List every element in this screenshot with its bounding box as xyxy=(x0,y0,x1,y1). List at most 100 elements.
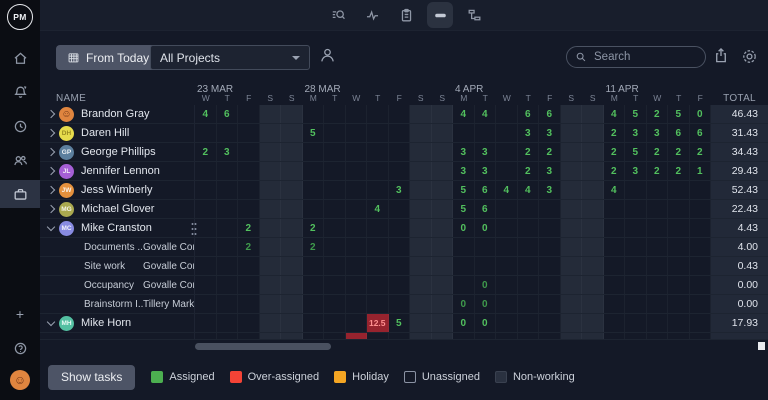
allocation-cell[interactable]: 2 xyxy=(690,143,712,161)
settings-button[interactable] xyxy=(740,47,759,66)
allocation-cell[interactable] xyxy=(389,295,411,313)
allocation-cell[interactable]: 3 xyxy=(625,162,647,180)
allocation-cell[interactable] xyxy=(281,257,303,275)
allocation-cell[interactable]: 4 xyxy=(496,181,518,199)
allocation-cell[interactable] xyxy=(367,181,389,199)
allocation-cell[interactable] xyxy=(346,238,368,256)
allocation-cell[interactable] xyxy=(238,295,260,313)
allocation-cell[interactable] xyxy=(668,238,690,256)
person-row[interactable]: MCMike Cranston22004.43 xyxy=(40,219,768,238)
allocation-cell[interactable]: 0 xyxy=(475,219,497,237)
allocation-cell[interactable] xyxy=(260,143,282,161)
sidebar-item-notifications[interactable] xyxy=(0,78,40,106)
nav-tasks[interactable] xyxy=(393,2,419,28)
allocation-cell[interactable]: 2 xyxy=(539,143,561,161)
allocation-cell[interactable] xyxy=(582,124,604,142)
allocation-cell[interactable] xyxy=(260,200,282,218)
allocation-cell[interactable]: 4 xyxy=(604,105,626,123)
allocation-cell[interactable] xyxy=(625,276,647,294)
allocation-cell[interactable] xyxy=(625,200,647,218)
allocation-cell[interactable] xyxy=(432,238,454,256)
allocation-cell[interactable] xyxy=(496,124,518,142)
allocation-cell[interactable]: 2 xyxy=(668,143,690,161)
allocation-cell[interactable] xyxy=(281,219,303,237)
export-button[interactable] xyxy=(712,47,730,65)
allocation-cell[interactable] xyxy=(410,162,432,180)
allocation-cell[interactable] xyxy=(410,105,432,123)
allocation-cell[interactable] xyxy=(389,124,411,142)
allocation-cell[interactable] xyxy=(389,276,411,294)
allocation-cell[interactable] xyxy=(238,257,260,275)
task-row[interactable]: Brainstorm I...Tillery Mark..000.00 xyxy=(40,295,768,314)
allocation-cell[interactable] xyxy=(518,219,540,237)
allocation-cell[interactable] xyxy=(625,238,647,256)
allocation-cell[interactable] xyxy=(582,219,604,237)
allocation-cell[interactable] xyxy=(475,238,497,256)
allocation-cell[interactable] xyxy=(238,276,260,294)
allocation-cell[interactable] xyxy=(410,124,432,142)
row-name-cell[interactable]: MHMike Horn xyxy=(40,314,195,332)
search-box[interactable] xyxy=(566,46,706,68)
allocation-cell[interactable]: 2 xyxy=(668,162,690,180)
allocation-cell[interactable] xyxy=(217,124,239,142)
allocation-cell[interactable] xyxy=(238,200,260,218)
allocation-cell[interactable] xyxy=(432,219,454,237)
allocation-cell[interactable] xyxy=(324,295,346,313)
allocation-cell[interactable] xyxy=(668,257,690,275)
sidebar-item-history[interactable] xyxy=(0,112,40,140)
allocation-cell[interactable] xyxy=(625,219,647,237)
allocation-cell[interactable] xyxy=(195,276,217,294)
allocation-cell[interactable] xyxy=(518,314,540,332)
allocation-cell[interactable]: 0 xyxy=(690,105,712,123)
allocation-cell[interactable]: 4 xyxy=(367,200,389,218)
allocation-cell[interactable] xyxy=(367,219,389,237)
allocation-cell[interactable]: 1 xyxy=(690,162,712,180)
allocation-cell[interactable] xyxy=(432,200,454,218)
allocation-cell[interactable] xyxy=(324,276,346,294)
allocation-cell[interactable] xyxy=(217,219,239,237)
allocation-cell[interactable] xyxy=(668,314,690,332)
nav-workflow[interactable] xyxy=(461,2,487,28)
allocation-cell[interactable]: 3 xyxy=(475,143,497,161)
allocation-cell[interactable]: 3 xyxy=(539,162,561,180)
pm-logo[interactable]: PM xyxy=(7,4,33,30)
allocation-cell[interactable] xyxy=(647,219,669,237)
allocation-cell[interactable] xyxy=(389,257,411,275)
allocation-cell[interactable] xyxy=(324,314,346,332)
allocation-cell[interactable]: 0 xyxy=(453,314,475,332)
allocation-cell[interactable] xyxy=(281,105,303,123)
allocation-cell[interactable] xyxy=(281,124,303,142)
nav-lookup[interactable] xyxy=(325,2,351,28)
allocation-cell[interactable] xyxy=(238,162,260,180)
allocation-cell[interactable] xyxy=(367,257,389,275)
allocation-cell[interactable] xyxy=(690,295,712,313)
allocation-cell[interactable] xyxy=(561,200,583,218)
allocation-cell[interactable]: 2 xyxy=(647,162,669,180)
allocation-cell[interactable]: 3 xyxy=(647,124,669,142)
allocation-cell[interactable]: 2 xyxy=(604,143,626,161)
chevron-right-icon[interactable] xyxy=(47,167,55,175)
allocation-cell[interactable] xyxy=(260,105,282,123)
allocation-cell[interactable] xyxy=(561,276,583,294)
person-row[interactable]: GPGeorge Phillips2333222522234.43 xyxy=(40,143,768,162)
person-row[interactable]: MHMike Horn12.550017.93 xyxy=(40,314,768,333)
task-row[interactable]: OccupancyGovalle Con..00.00 xyxy=(40,276,768,295)
from-today-button[interactable]: From Today xyxy=(56,45,160,70)
sidebar-item-add[interactable]: + xyxy=(0,300,40,328)
allocation-cell[interactable] xyxy=(475,257,497,275)
allocation-cell[interactable] xyxy=(432,295,454,313)
allocation-cell[interactable] xyxy=(260,257,282,275)
allocation-cell[interactable] xyxy=(217,162,239,180)
allocation-cell[interactable] xyxy=(432,257,454,275)
allocation-cell[interactable] xyxy=(453,124,475,142)
allocation-cell[interactable] xyxy=(217,276,239,294)
person-row[interactable]: DHDaren Hill5332336631.43 xyxy=(40,124,768,143)
allocation-cell[interactable] xyxy=(217,200,239,218)
allocation-cell[interactable]: 2 xyxy=(238,238,260,256)
allocation-cell[interactable] xyxy=(195,314,217,332)
row-name-cell[interactable]: ☺Brandon Gray xyxy=(40,105,195,123)
allocation-cell[interactable] xyxy=(410,238,432,256)
allocation-cell[interactable] xyxy=(518,276,540,294)
allocation-cell[interactable]: 0 xyxy=(453,219,475,237)
allocation-cell[interactable] xyxy=(690,314,712,332)
